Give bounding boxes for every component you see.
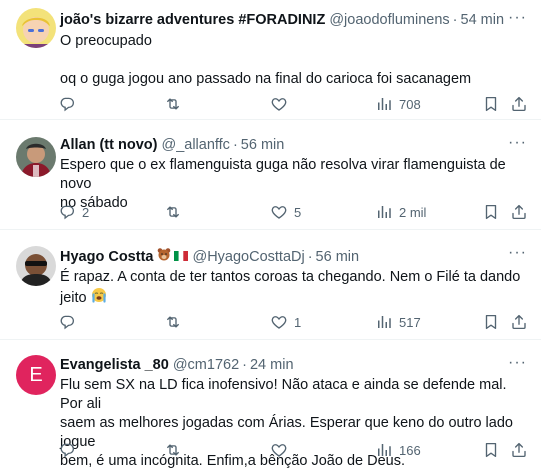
display-name[interactable]: Evangelista _80: [60, 356, 169, 374]
retweet-icon: [164, 441, 182, 459]
tweet[interactable]: E Evangelista _80 @cm1762 · 24 min Flu s…: [0, 340, 541, 470]
italy-flag-icon: [174, 248, 189, 266]
timestamp[interactable]: 56 min: [316, 248, 360, 266]
bookmark-button[interactable]: [482, 313, 500, 331]
reply-icon: [58, 203, 76, 221]
share-button[interactable]: [510, 95, 528, 113]
views-count: 2 mil: [399, 204, 427, 220]
timestamp[interactable]: 56 min: [241, 136, 285, 154]
tweet[interactable]: Allan (tt novo) @_allanffc · 56 min Espe…: [0, 120, 541, 230]
share-icon: [510, 203, 528, 221]
share-button[interactable]: [510, 203, 528, 221]
tweet[interactable]: Hyago Costta @HyagoCosttaDj · 56 min É r…: [0, 230, 541, 340]
views-button[interactable]: 708: [375, 95, 421, 113]
bear-emoji-icon: [157, 247, 171, 266]
crying-face-icon: [91, 287, 107, 309]
photo-avatar-image: [16, 137, 56, 177]
tweet-text-line: oq o guga jogou ano passado na final do …: [60, 71, 472, 87]
views-count: 708: [399, 96, 421, 112]
tweet-feed: joão's bizarre adventures #FORADINIZ @jo…: [0, 0, 541, 470]
bookmark-button[interactable]: [482, 441, 500, 459]
avatar[interactable]: [16, 246, 56, 286]
views-count: 166: [399, 442, 421, 458]
reply-icon: [58, 313, 76, 331]
views-button[interactable]: 166: [375, 441, 421, 459]
like-icon: [270, 441, 288, 459]
reply-button[interactable]: [58, 95, 82, 113]
avatar[interactable]: [16, 137, 56, 177]
bookmark-icon: [482, 203, 500, 221]
retweet-icon: [164, 95, 182, 113]
views-count: 517: [399, 314, 421, 330]
user-handle[interactable]: @HyagoCosttaDj: [192, 248, 304, 266]
retweet-button[interactable]: [164, 95, 188, 113]
like-button[interactable]: [270, 95, 294, 113]
more-icon[interactable]: ···: [508, 245, 527, 261]
display-name[interactable]: Allan (tt novo): [60, 136, 157, 154]
bookmark-button[interactable]: [482, 203, 500, 221]
bookmark-button[interactable]: [482, 95, 500, 113]
anime-avatar-image: [16, 8, 56, 48]
retweet-button[interactable]: [164, 203, 188, 221]
tweet-text-line: É rapaz. A conta de ter tantos coroas ta…: [60, 269, 521, 285]
avatar[interactable]: E: [16, 355, 56, 395]
tweet[interactable]: joão's bizarre adventures #FORADINIZ @jo…: [0, 0, 541, 120]
retweet-icon: [164, 313, 182, 331]
avatar-letter: E: [29, 363, 43, 386]
reply-count: 2: [82, 204, 90, 220]
photo-avatar-image: [16, 246, 56, 286]
retweet-icon: [164, 203, 182, 221]
display-name[interactable]: joão's bizarre adventures #FORADINIZ: [60, 11, 325, 29]
avatar[interactable]: [16, 8, 56, 48]
separator-dot: ·: [452, 12, 458, 28]
views-button[interactable]: 517: [375, 313, 421, 331]
share-icon: [510, 313, 528, 331]
display-name[interactable]: Hyago Costta: [60, 248, 153, 266]
like-button[interactable]: 1: [270, 313, 301, 331]
tweet-text-line: O preocupado: [60, 33, 152, 49]
views-icon: [375, 441, 393, 459]
share-button[interactable]: [510, 441, 528, 459]
timestamp[interactable]: 54 min: [461, 11, 505, 29]
like-icon: [270, 203, 288, 221]
reply-icon: [58, 441, 76, 459]
timestamp[interactable]: 24 min: [250, 356, 294, 374]
reply-icon: [58, 95, 76, 113]
like-count: 1: [294, 314, 302, 330]
share-icon: [510, 95, 528, 113]
views-icon: [375, 203, 393, 221]
like-button[interactable]: [270, 441, 294, 459]
views-button[interactable]: 2 mil: [375, 203, 426, 221]
share-icon: [510, 441, 528, 459]
share-button[interactable]: [510, 313, 528, 331]
reply-button[interactable]: 2: [58, 203, 89, 221]
user-handle[interactable]: @cm1762: [173, 356, 239, 374]
tweet-text-line: Flu sem SX na LD fica inofensivo! Não at…: [60, 377, 507, 412]
user-handle[interactable]: @_allanffc: [161, 136, 229, 154]
retweet-button[interactable]: [164, 313, 188, 331]
like-icon: [270, 313, 288, 331]
like-icon: [270, 95, 288, 113]
tweet-text-line: jeito: [60, 287, 529, 309]
user-handle[interactable]: @joaodofluminens: [329, 11, 449, 29]
views-icon: [375, 313, 393, 331]
reply-button[interactable]: [58, 441, 82, 459]
more-icon[interactable]: ···: [508, 10, 527, 26]
more-icon[interactable]: ···: [508, 135, 527, 151]
like-count: 5: [294, 204, 302, 220]
more-icon[interactable]: ···: [508, 355, 527, 371]
bookmark-icon: [482, 441, 500, 459]
views-icon: [375, 95, 393, 113]
separator-dot: ·: [307, 248, 313, 265]
bookmark-icon: [482, 313, 500, 331]
like-button[interactable]: 5: [270, 203, 301, 221]
retweet-button[interactable]: [164, 441, 188, 459]
tweet-text-line: Espero que o ex flamenguista guga não re…: [60, 157, 506, 192]
separator-dot: ·: [242, 357, 247, 373]
bookmark-icon: [482, 95, 500, 113]
tweet-text-word: jeito: [60, 289, 87, 306]
reply-button[interactable]: [58, 313, 82, 331]
separator-dot: ·: [232, 137, 238, 153]
